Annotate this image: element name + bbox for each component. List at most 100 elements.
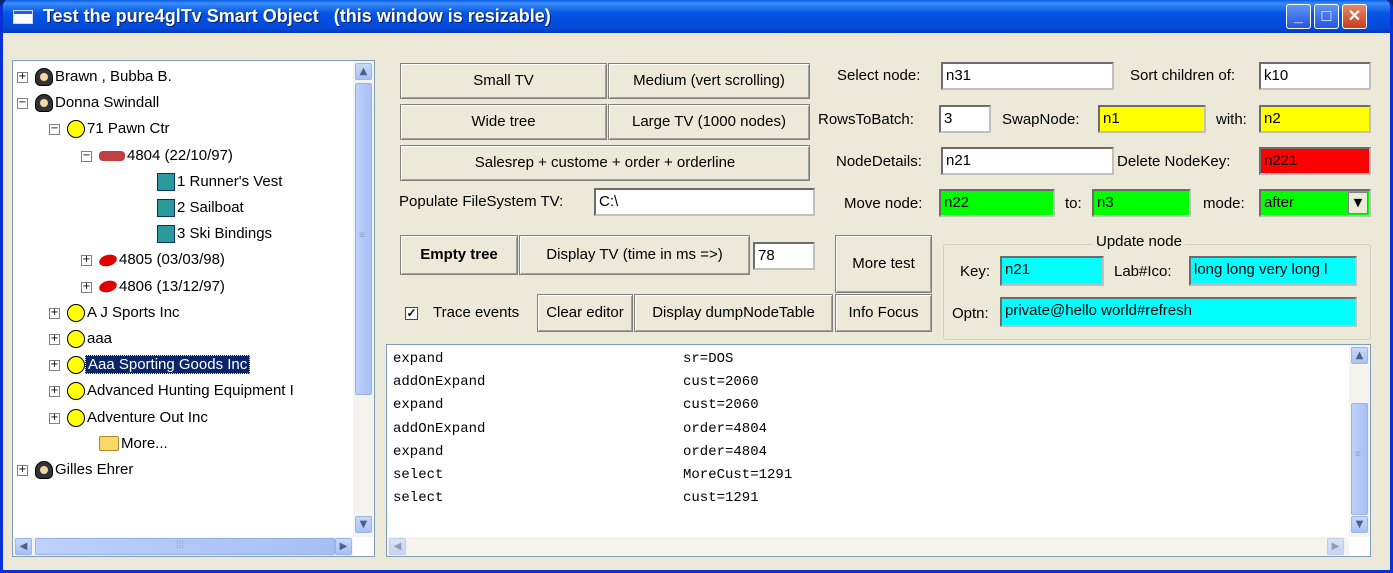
tree-node-label[interactable]: 1 Runner's Vest: [175, 173, 284, 190]
populate-fs-input[interactable]: C:\: [594, 188, 815, 216]
tree-node[interactable]: 1 Runner's Vest: [113, 171, 284, 193]
chevron-down-icon[interactable]: ▼: [1348, 192, 1368, 214]
key-input[interactable]: n21: [1000, 256, 1104, 286]
collapse-icon[interactable]: −: [17, 98, 28, 110]
display-time-input[interactable]: 78: [753, 242, 815, 270]
tree-node-label[interactable]: 4805 (03/03/98): [117, 251, 227, 268]
editor-scroll-down-icon[interactable]: ▼: [1351, 516, 1368, 533]
tree-view[interactable]: + Brawn , Bubba B. − Donna Swindall − 71 Pawn…: [12, 60, 375, 557]
sort-children-input[interactable]: k10: [1259, 62, 1371, 90]
tree-node-label[interactable]: Adventure Out Inc: [85, 409, 210, 426]
tree-node[interactable]: + Aaa Sporting Goods Inc: [49, 354, 251, 376]
expand-icon[interactable]: +: [17, 465, 28, 476]
tree-vertical-scrollbar[interactable]: ▲ ≡ ▼: [353, 61, 374, 537]
editor-vertical-scrollbar[interactable]: ▲ ≡ ▼: [1349, 345, 1370, 537]
labico-label: Lab#Ico:: [1114, 263, 1172, 280]
salesrep-button[interactable]: Salesrep + custome + order + orderline: [400, 145, 810, 181]
small-tv-button[interactable]: Small TV: [400, 63, 607, 99]
close-button[interactable]: ✕: [1342, 4, 1367, 29]
tree-node[interactable]: +4805 (03/03/98): [81, 249, 227, 271]
editor-scroll-thumb[interactable]: ≡: [1351, 403, 1368, 515]
wide-tree-button[interactable]: Wide tree: [400, 104, 607, 140]
tree-node[interactable]: + Brawn , Bubba B.: [17, 66, 174, 88]
trace-editor[interactable]: expand sr=DOS addOnExpand cust=2060 expand cu…: [386, 344, 1371, 557]
scroll-thumb[interactable]: ≡: [355, 83, 372, 395]
tree-node[interactable]: + A J Sports Inc: [49, 302, 182, 324]
tree-node-label[interactable]: 71 Pawn Ctr: [85, 120, 172, 137]
title-bar[interactable]: Test the pure4glTv Smart Object (this wi…: [3, 0, 1390, 33]
editor-scroll-left-icon[interactable]: ◀: [389, 538, 406, 555]
tree-node[interactable]: 2 Sailboat: [113, 197, 246, 219]
trace-events-checkbox[interactable]: ✓: [405, 307, 418, 320]
editor-line: addOnExpand cust=2060: [393, 371, 759, 394]
display-tv-button[interactable]: Display TV (time in ms =>): [519, 235, 750, 275]
scroll-right-icon[interactable]: ▶: [335, 538, 352, 555]
trace-events-label: Trace events: [433, 304, 520, 321]
smiley-icon: [67, 356, 85, 375]
labico-input[interactable]: long long very long l: [1189, 256, 1357, 286]
maximize-button[interactable]: □: [1314, 4, 1339, 29]
tree-node-label[interactable]: More...: [119, 435, 170, 452]
tree-node[interactable]: + Advanced Hunting Equipment I: [49, 380, 296, 402]
tree-node[interactable]: − 71 Pawn Ctr: [49, 118, 172, 140]
tree-node-label[interactable]: 3 Ski Bindings: [175, 225, 274, 242]
tree-node[interactable]: +4806 (13/12/97): [81, 276, 227, 298]
minimize-button[interactable]: _: [1286, 4, 1311, 29]
to-input[interactable]: n3: [1092, 189, 1191, 217]
event-name: addOnExpand: [393, 374, 486, 391]
tree-node[interactable]: + Gilles Ehrer: [17, 459, 135, 481]
tree-node-label[interactable]: Brawn , Bubba B.: [53, 68, 174, 85]
editor-scroll-up-icon[interactable]: ▲: [1351, 347, 1368, 364]
delete-nodekey-input[interactable]: n221: [1259, 147, 1371, 175]
tree-node[interactable]: + Adventure Out Inc: [49, 407, 210, 429]
tree-node[interactable]: − 4804 (22/10/97): [81, 145, 235, 167]
editor-scroll-right-icon[interactable]: ▶: [1327, 538, 1344, 555]
mode-select[interactable]: after ▼: [1259, 189, 1371, 217]
editor-horizontal-scrollbar[interactable]: ◀ ▶: [387, 537, 1349, 556]
tree-node[interactable]: + aaa: [49, 328, 114, 350]
expand-icon[interactable]: +: [49, 412, 60, 424]
tree-node-label[interactable]: Gilles Ehrer: [53, 461, 135, 478]
optn-input[interactable]: private@hello world#refresh: [1000, 297, 1357, 327]
tree-node-label[interactable]: aaa: [85, 330, 114, 347]
expand-icon[interactable]: +: [49, 386, 60, 398]
expand-icon[interactable]: +: [49, 334, 60, 345]
large-tv-button[interactable]: Large TV (1000 nodes): [608, 104, 810, 140]
clear-editor-button[interactable]: Clear editor: [537, 294, 633, 332]
display-dump-button[interactable]: Display dumpNodeTable: [634, 294, 833, 332]
scroll-down-icon[interactable]: ▼: [355, 516, 372, 533]
with-input[interactable]: n2: [1259, 105, 1371, 133]
medium-tv-button[interactable]: Medium (vert scrolling): [608, 63, 810, 99]
tree-horizontal-scrollbar[interactable]: ◀ ⁞⁞⁞ ▶: [13, 537, 353, 556]
tree-node[interactable]: − Donna Swindall: [17, 92, 161, 114]
select-node-input[interactable]: n31: [941, 62, 1114, 90]
expand-icon[interactable]: +: [81, 255, 92, 267]
tree-node-label[interactable]: 2 Sailboat: [175, 199, 246, 216]
tree-node-label[interactable]: Donna Swindall: [53, 94, 161, 111]
collapse-icon[interactable]: −: [49, 124, 60, 136]
tree-node-label[interactable]: 4806 (13/12/97): [117, 278, 227, 295]
swap-node-input[interactable]: n1: [1098, 105, 1206, 133]
h-scroll-thumb[interactable]: ⁞⁞⁞: [35, 538, 335, 555]
event-detail: cust=2060: [683, 397, 759, 414]
expand-icon[interactable]: +: [81, 281, 92, 293]
tree-node-label[interactable]: Advanced Hunting Equipment I: [85, 382, 296, 399]
empty-tree-button[interactable]: Empty tree: [400, 235, 518, 275]
scroll-up-icon[interactable]: ▲: [355, 63, 372, 80]
delete-nodekey-label: Delete NodeKey:: [1117, 153, 1231, 170]
move-node-input[interactable]: n22: [939, 189, 1055, 217]
expand-icon[interactable]: +: [49, 360, 60, 372]
info-focus-button[interactable]: Info Focus: [835, 294, 932, 332]
collapse-icon[interactable]: −: [81, 150, 92, 162]
scroll-left-icon[interactable]: ◀: [15, 538, 32, 555]
tree-node-label[interactable]: 4804 (22/10/97): [125, 147, 235, 164]
expand-icon[interactable]: +: [17, 72, 28, 83]
expand-icon[interactable]: +: [49, 307, 60, 319]
node-details-input[interactable]: n21: [941, 147, 1114, 175]
tree-node-label[interactable]: Aaa Sporting Goods Inc: [85, 355, 251, 375]
tree-node[interactable]: More...: [49, 433, 170, 455]
tree-node-label[interactable]: A J Sports Inc: [85, 304, 182, 321]
rows-to-batch-input[interactable]: 3: [939, 105, 991, 133]
more-test-button[interactable]: More test: [835, 235, 932, 293]
tree-node[interactable]: 3 Ski Bindings: [113, 223, 274, 245]
